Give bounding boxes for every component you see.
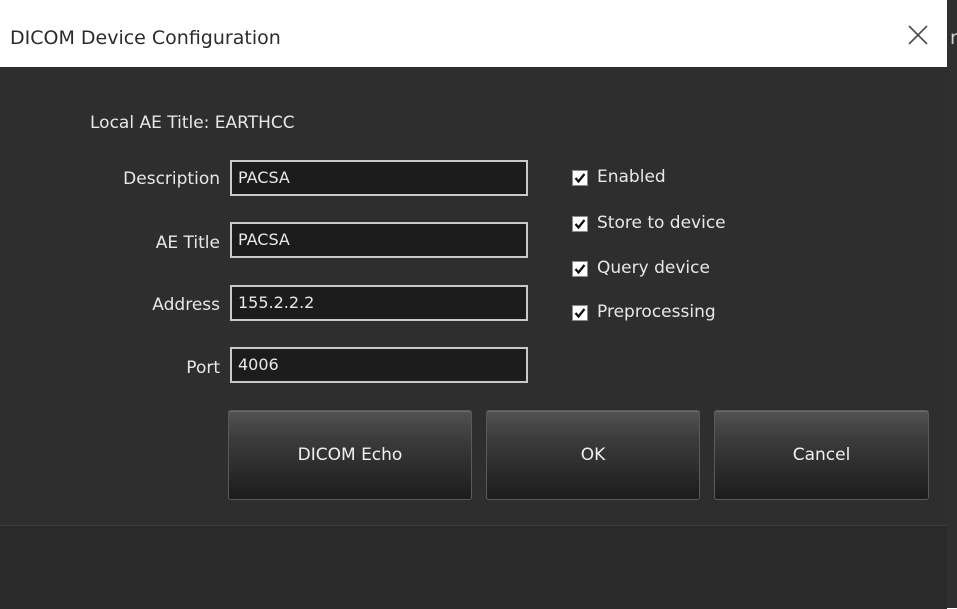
enabled-label: Enabled bbox=[597, 167, 666, 187]
title-bar: DICOM Device Configuration bbox=[0, 0, 947, 67]
local-ae-title-label: Local AE Title: EARTHCC bbox=[90, 113, 295, 133]
checkbox-box bbox=[572, 261, 588, 277]
dialog-footer bbox=[0, 525, 947, 609]
background-window-edge bbox=[947, 0, 957, 608]
query-device-label: Query device bbox=[597, 258, 710, 278]
cancel-button[interactable]: Cancel bbox=[714, 410, 929, 500]
checkmark-icon bbox=[574, 308, 586, 319]
close-icon bbox=[908, 25, 928, 45]
ae-title-label: AE Title bbox=[155, 233, 220, 253]
ae-title-field[interactable]: PACSA bbox=[230, 222, 528, 258]
checkmark-icon bbox=[574, 219, 586, 230]
close-button[interactable] bbox=[898, 20, 938, 52]
description-field[interactable]: PACSA bbox=[230, 160, 528, 196]
port-label: Port bbox=[186, 358, 220, 378]
description-label: Description bbox=[123, 169, 220, 189]
ok-button[interactable]: OK bbox=[486, 410, 700, 500]
port-field[interactable]: 4006 bbox=[230, 347, 528, 383]
checkmark-icon bbox=[574, 264, 586, 275]
dicom-echo-button[interactable]: DICOM Echo bbox=[228, 410, 472, 500]
window-title: DICOM Device Configuration bbox=[10, 27, 281, 49]
address-field[interactable]: 155.2.2.2 bbox=[230, 285, 528, 321]
checkbox-box bbox=[572, 305, 588, 321]
background-window-text: re bbox=[950, 27, 957, 49]
store-to-device-label: Store to device bbox=[597, 213, 726, 233]
preprocessing-label: Preprocessing bbox=[597, 302, 716, 322]
checkmark-icon bbox=[574, 173, 586, 184]
checkbox-box bbox=[572, 170, 588, 186]
checkbox-box bbox=[572, 216, 588, 232]
address-label: Address bbox=[152, 295, 220, 315]
